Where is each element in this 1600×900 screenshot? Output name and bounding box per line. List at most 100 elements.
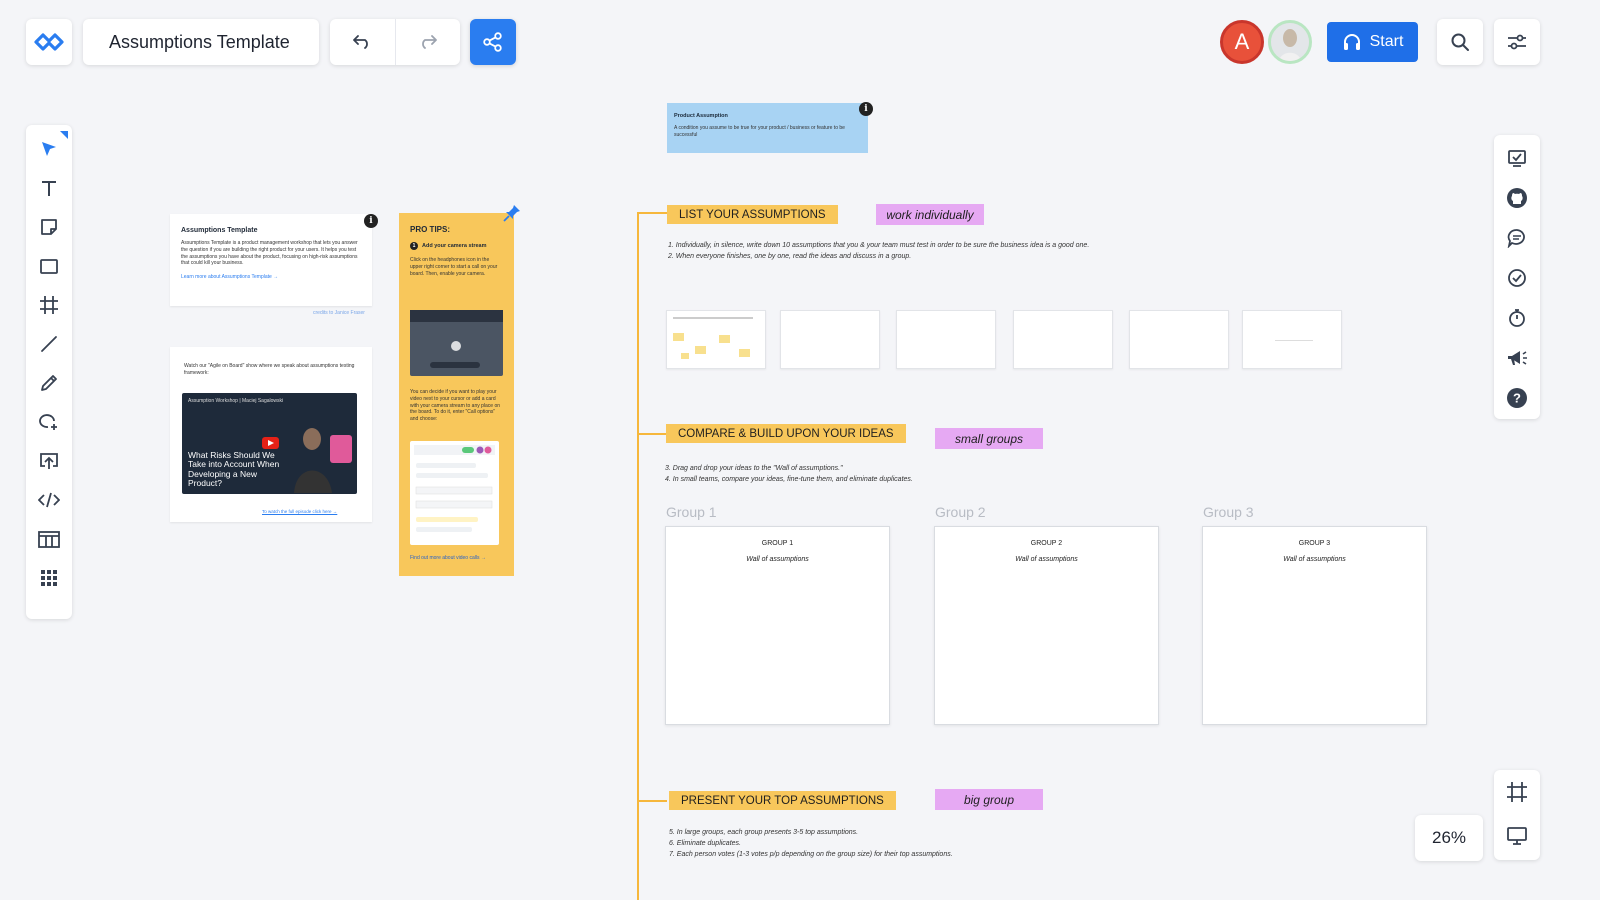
apps-tool[interactable] (26, 558, 72, 597)
product-assumption-body: A condition you assume to be true for yo… (674, 125, 845, 138)
upload-tool[interactable] (26, 441, 72, 480)
section-compare-build[interactable]: COMPARE & BUILD UPON YOUR IDEAS (666, 424, 906, 443)
group-1-subtitle: Wall of assumptions (746, 556, 809, 563)
announcements-tool[interactable] (1494, 338, 1540, 378)
timeline-branch-1 (637, 212, 667, 214)
checklist-screen-icon (1507, 148, 1527, 168)
help-tool[interactable]: ? (1494, 378, 1540, 418)
cursor-icon (39, 139, 59, 159)
product-assumption-title: Product Assumption (674, 113, 728, 119)
pro-tips-step: 1 Add your camera stream (410, 242, 503, 250)
shape-tool[interactable] (26, 246, 72, 285)
group-2-label: Group 2 (935, 504, 986, 520)
mode-work-individually[interactable]: work individually (876, 204, 984, 225)
video-calls-link[interactable]: Find out more about video calls → (410, 555, 486, 561)
share-icon (482, 31, 504, 53)
svg-text:?: ? (1513, 391, 1521, 406)
search-button[interactable] (1437, 19, 1483, 65)
megaphone-icon (1506, 348, 1528, 368)
group-3-wall[interactable]: GROUP 3 Wall of assumptions (1202, 526, 1427, 725)
timer-tool[interactable] (1494, 298, 1540, 338)
table-tool[interactable] (26, 519, 72, 558)
grid-icon (39, 568, 59, 588)
presenter-photo-icon (294, 428, 352, 493)
zoom-level[interactable]: 26% (1415, 815, 1483, 861)
embed-tool[interactable] (26, 480, 72, 519)
individual-board-6[interactable] (1242, 310, 1342, 369)
section-list-assumptions[interactable]: LIST YOUR ASSUMPTIONS (667, 205, 838, 224)
start-call-button[interactable]: Start (1327, 22, 1418, 62)
play-icon[interactable] (262, 437, 279, 449)
individual-board-5[interactable] (1129, 310, 1229, 369)
tasks-tool[interactable] (1494, 258, 1540, 298)
individual-board-3[interactable] (896, 310, 996, 369)
undo-icon (352, 35, 372, 49)
redo-button[interactable] (394, 19, 461, 65)
instruction-3: 3. Drag and drop your ideas to the "Wall… (665, 465, 843, 472)
frames-panel-button[interactable] (1494, 770, 1540, 814)
board-settings-button[interactable] (1494, 19, 1540, 65)
call-options-screenshot (410, 441, 499, 545)
instruction-4: 4. In small teams, compare your ideas, f… (665, 476, 913, 484)
presentation-icon (1506, 826, 1528, 846)
instruction-1: 1. Individually, in silence, write down … (668, 242, 1090, 249)
comments-tool[interactable] (1494, 218, 1540, 258)
lasso-tool[interactable] (26, 402, 72, 441)
search-icon (1450, 32, 1470, 52)
individual-board-4[interactable] (1013, 310, 1113, 369)
step-number: 1 (410, 242, 418, 250)
avatar-initial: A (1234, 29, 1250, 54)
share-button[interactable] (470, 19, 516, 65)
section3-instructions: 5. In large groups, each group presents … (669, 827, 953, 861)
template-info-title: Assumptions Template (181, 227, 258, 234)
group-2-wall[interactable]: GROUP 2 Wall of assumptions (934, 526, 1159, 725)
group-3-label: Group 3 (1203, 504, 1254, 520)
frame-icon (1506, 781, 1528, 803)
template-info-icon[interactable]: i (364, 214, 378, 228)
product-assumption-note[interactable]: Product Assumption A condition you assum… (667, 103, 868, 153)
github-icon (1506, 187, 1528, 209)
board-title[interactable]: Assumptions Template (83, 19, 319, 65)
step-title: Add your camera stream (422, 243, 487, 249)
select-tool[interactable] (26, 129, 72, 168)
credits-link[interactable]: credits to Janice Fraser (313, 310, 365, 316)
undo-button[interactable] (330, 19, 395, 65)
mode-small-groups[interactable]: small groups (935, 428, 1043, 449)
individual-board-2[interactable] (780, 310, 880, 369)
group-1-wall[interactable]: GROUP 1 Wall of assumptions (665, 526, 890, 725)
section-present-top[interactable]: PRESENT YOUR TOP ASSUMPTIONS (669, 791, 896, 810)
pin-icon[interactable] (502, 203, 522, 223)
presentation-button[interactable] (1494, 814, 1540, 858)
pen-tool[interactable] (26, 363, 72, 402)
section2-instructions: 3. Drag and drop your ideas to the "Wall… (665, 463, 913, 485)
video-intro-text: Watch our "Agile on Board" show where we… (184, 363, 355, 376)
avatar-user-photo[interactable] (1268, 20, 1312, 64)
timeline-branch-2 (637, 433, 667, 435)
github-integration[interactable] (1494, 178, 1540, 218)
text-tool[interactable] (26, 168, 72, 207)
help-icon: ? (1506, 387, 1528, 409)
line-icon (39, 334, 59, 354)
group-1-label: Group 1 (666, 504, 717, 520)
app-logo[interactable] (26, 19, 72, 65)
present-tool[interactable] (1494, 138, 1540, 178)
frame-tool[interactable] (26, 285, 72, 324)
line-tool[interactable] (26, 324, 72, 363)
video-thumbnail[interactable]: Assumption Workshop | Maciej Sagalowski … (182, 393, 357, 494)
template-info-body: Assumptions Template is a product manage… (181, 240, 358, 267)
video-watch-link[interactable]: To watch the full episode click here → (262, 509, 337, 514)
template-info-link[interactable]: Learn more about Assumptions Template → (181, 274, 361, 280)
group-1-title: GROUP 1 (761, 540, 794, 547)
sticky-note-tool[interactable] (26, 207, 72, 246)
left-toolbar (26, 125, 72, 619)
user-photo-icon (1271, 23, 1309, 61)
product-assumption-info-icon[interactable]: i (859, 102, 873, 116)
individual-board-1[interactable] (666, 310, 766, 369)
mode-big-group[interactable]: big group (935, 789, 1043, 810)
redo-icon (418, 35, 438, 49)
section1-instructions: 1. Individually, in silence, write down … (668, 240, 1089, 262)
pro-tips-note[interactable]: PRO TIPS: 1 Add your camera stream Click… (399, 213, 514, 576)
avatar-user-a[interactable]: A (1220, 20, 1264, 64)
template-info-card[interactable]: Assumptions Template Assumptions Templat… (170, 214, 372, 306)
start-call-label: Start (1369, 33, 1404, 50)
